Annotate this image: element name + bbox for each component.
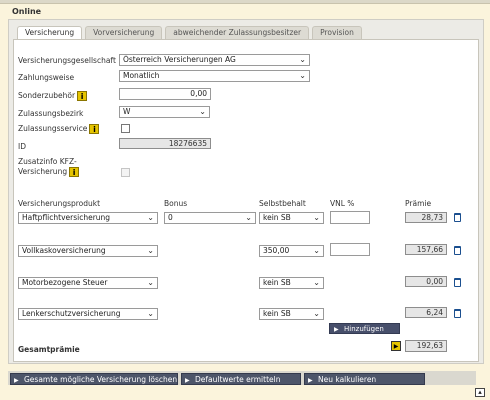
sonderzubehoer-input[interactable]: 0,00 (119, 88, 211, 100)
header-bonus: Bonus (164, 199, 188, 208)
chevron-down-icon: ⌄ (147, 213, 154, 222)
tab-abweichender-zulassungsbesitzer[interactable]: abweichender Zulassungsbesitzer (165, 26, 310, 39)
zulassungsbezirk-label: Zulassungsbezirk (18, 109, 84, 118)
chevron-down-icon: ⌄ (313, 246, 320, 255)
info-icon[interactable]: i (69, 167, 80, 177)
trash-icon[interactable] (454, 246, 461, 255)
id-field: 18276635 (119, 138, 211, 149)
add-label: Hinzufügen (344, 325, 384, 333)
produkt-select-lenkerschutz[interactable]: Lenkerschutzversicherung ⌄ (18, 308, 158, 320)
chevron-down-icon: ⌄ (147, 246, 154, 255)
header-produkt: Versicherungsprodukt (18, 199, 101, 208)
bonus-value: 0 (168, 213, 173, 222)
defaults-label: Defaultwerte ermitteln (195, 375, 281, 384)
produkt-value: Lenkerschutzversicherung (22, 309, 121, 318)
vnl-input-haftpflicht[interactable] (330, 211, 370, 224)
zulassungsbezirk-select[interactable]: W ⌄ (119, 106, 210, 118)
header-vnl: VNL % (330, 199, 355, 208)
selbstbehalt-select-lenkerschutz[interactable]: kein SB ⌄ (259, 308, 324, 320)
zusatzinfo-label-line2: Versicherung (18, 167, 68, 176)
produkt-value: Motorbezogene Steuer (22, 278, 108, 287)
zulassungsservice-label-wrap: Zulassungsservice i (18, 124, 100, 134)
zusatzinfo-label-wrap: Zusatzinfo KFZ- Versicherung i (18, 157, 80, 177)
zulassungsservice-checkbox[interactable] (121, 124, 130, 133)
zahlungsweise-select[interactable]: Monatlich ⌄ (119, 70, 310, 82)
recalc-button[interactable]: ▶ Neu kalkulieren (304, 373, 425, 385)
total-value: 192,63 (405, 340, 447, 352)
trash-icon[interactable] (454, 309, 461, 318)
bonus-select[interactable]: 0 ⌄ (164, 212, 256, 224)
selbstbehalt-select-haftpflicht[interactable]: kein SB ⌄ (259, 212, 324, 224)
praemie-lenkerschutz: 6,24 (405, 307, 447, 318)
chevron-down-icon: ⌄ (299, 55, 306, 64)
selbstbehalt-value: kein SB (263, 213, 291, 222)
recalc-label: Neu kalkulieren (318, 375, 377, 384)
arrow-right-icon: ▶ (185, 377, 190, 384)
section-title: Online (12, 7, 42, 16)
produkt-select-vollkasko[interactable]: Vollkaskoversicherung ⌄ (18, 245, 158, 257)
sonderzubehoer-label: Sonderzubehör (18, 91, 76, 100)
produkt-select-steuer[interactable]: Motorbezogene Steuer ⌄ (18, 277, 158, 289)
header-praemie: Prämie (405, 199, 432, 208)
total-label: Gesamtprämie (18, 345, 80, 354)
chevron-down-icon: ⌄ (147, 309, 154, 318)
selbstbehalt-select-steuer[interactable]: kein SB ⌄ (259, 277, 324, 289)
tab-provision[interactable]: Provision (312, 26, 362, 39)
add-product-button[interactable]: ▶ Hinzufügen (329, 323, 400, 334)
zusatzinfo-checkbox (121, 168, 130, 177)
trash-icon[interactable] (454, 278, 461, 287)
selbstbehalt-value: 350,00 (263, 246, 290, 255)
chevron-down-icon: ⌄ (299, 71, 306, 80)
zulassungsbezirk-value: W (123, 107, 131, 116)
gesellschaft-value: Österreich Versicherungen AG (123, 55, 236, 64)
arrow-right-icon: ▶ (14, 377, 19, 384)
tab-vorversicherung[interactable]: Vorversicherung (85, 26, 163, 39)
zulassungsservice-label: Zulassungsservice (18, 124, 88, 133)
delete-all-button[interactable]: ▶ Gesamte mögliche Versicherung löschen (10, 373, 178, 385)
scroll-up-icon[interactable]: ▴ (475, 388, 485, 397)
praemie-haftpflicht: 28,73 (405, 212, 447, 223)
vnl-input-vollkasko[interactable] (330, 243, 370, 256)
chevron-down-icon: ⌄ (313, 213, 320, 222)
info-icon[interactable]: i (77, 91, 88, 101)
arrow-right-icon: ▶ (334, 326, 339, 333)
chevron-down-icon: ⌄ (199, 107, 206, 116)
sonderzubehoer-label-wrap: Sonderzubehör i (18, 91, 88, 101)
chevron-down-icon: ⌄ (245, 213, 252, 222)
defaults-button[interactable]: ▶ Defaultwerte ermitteln (181, 373, 301, 385)
zusatzinfo-label-line1: Zusatzinfo KFZ- (18, 157, 77, 166)
top-border (0, 0, 490, 4)
info-icon[interactable]: i (89, 124, 100, 134)
header-selbstbehalt: Selbstbehalt (259, 199, 306, 208)
zahlungsweise-value: Monatlich (123, 71, 160, 80)
tab-versicherung[interactable]: Versicherung (17, 26, 83, 40)
chevron-down-icon: ⌄ (313, 309, 320, 318)
chevron-down-icon: ⌄ (313, 278, 320, 287)
delete-all-label: Gesamte mögliche Versicherung löschen (24, 375, 178, 384)
praemie-steuer: 0,00 (405, 276, 447, 287)
produkt-value: Haftpflichtversicherung (22, 213, 111, 222)
selbstbehalt-value: kein SB (263, 278, 291, 287)
id-label: ID (18, 142, 26, 151)
trash-icon[interactable] (454, 213, 461, 222)
zahlungsweise-label: Zahlungsweise (18, 73, 75, 82)
arrow-right-icon: ▶ (308, 377, 313, 384)
produkt-value: Vollkaskoversicherung (22, 246, 106, 255)
selbstbehalt-select-vollkasko[interactable]: 350,00 ⌄ (259, 245, 324, 257)
praemie-vollkasko: 157,66 (405, 244, 447, 255)
gesellschaft-label: Versicherungsgesellschaft (18, 56, 116, 65)
chevron-down-icon: ⌄ (147, 278, 154, 287)
produkt-select-haftpflicht[interactable]: Haftpflichtversicherung ⌄ (18, 212, 158, 224)
arrow-right-icon[interactable]: ▶ (391, 341, 401, 351)
selbstbehalt-value: kein SB (263, 309, 291, 318)
tab-bar: Versicherung Vorversicherung abweichende… (17, 26, 362, 40)
gesellschaft-select[interactable]: Österreich Versicherungen AG ⌄ (119, 54, 310, 66)
